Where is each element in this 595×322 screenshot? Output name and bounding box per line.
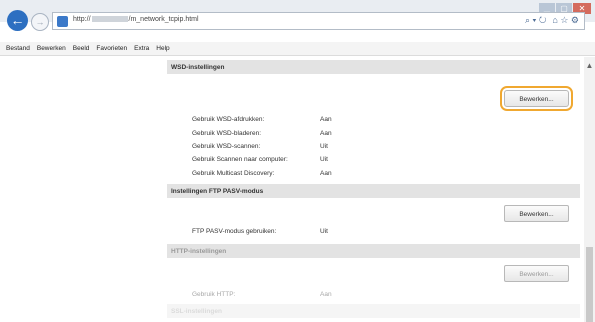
scrollbar-thumb[interactable]	[586, 247, 593, 322]
address-bar-icons: ⌕ ▾ ↻ ⌂ ☆ ⚙	[525, 15, 579, 26]
navigation-bar: ← → http:// /m_network_tcpip.html ⌕ ▾ ↻ ⌂…	[0, 8, 595, 34]
back-arrow-icon: ←	[10, 12, 25, 28]
wsd-section: WSD-instellingen Bewerken... Gebruik WSD…	[167, 60, 580, 184]
ftp-row-pasv: FTP PASV-modus gebruiken: Uit	[192, 228, 328, 235]
search-refresh-icons[interactable]: ⌕ ▾ ↻	[525, 15, 546, 26]
wsd-row-scan-to-computer: Gebruik Scannen naar computer: Uit	[192, 156, 328, 163]
menu-item-view[interactable]: Beeld	[73, 42, 94, 55]
wsd-edit-button[interactable]: Bewerken...	[500, 86, 573, 111]
row-label: FTP PASV-modus gebruiken:	[192, 228, 277, 235]
vertical-scrollbar[interactable]: ▲	[584, 57, 595, 322]
back-button[interactable]: ←	[7, 10, 28, 31]
redacted-host	[91, 16, 128, 23]
forward-button[interactable]: →	[31, 13, 49, 31]
http-edit-button[interactable]: Bewerken...	[504, 265, 569, 282]
row-value: Uit	[320, 156, 328, 163]
page-favicon-icon	[57, 16, 68, 27]
wsd-row-scan: Gebruik WSD-scannen: Uit	[192, 143, 328, 150]
ssl-section-title: SSL-instellingen	[167, 304, 580, 318]
page-content: WSD-instellingen Bewerken... Gebruik WSD…	[0, 57, 595, 322]
wsd-section-title: WSD-instellingen	[167, 60, 580, 74]
ftp-section-title: Instellingen FTP PASV-modus	[167, 184, 580, 198]
settings-panel: WSD-instellingen Bewerken... Gebruik WSD…	[167, 60, 580, 318]
http-section: HTTP-instellingen Bewerken... Gebruik HT…	[167, 244, 580, 304]
scroll-up-icon[interactable]: ▲	[584, 61, 595, 70]
row-label: Gebruik WSD-bladeren:	[192, 130, 261, 137]
url-suffix: /m_network_tcpip.html	[128, 16, 199, 23]
wsd-row-print: Gebruik WSD-afdrukken: Aan	[192, 116, 332, 123]
row-value: Uit	[320, 143, 328, 150]
ftp-edit-button[interactable]: Bewerken...	[504, 205, 569, 222]
address-bar[interactable]: http:// /m_network_tcpip.html ⌕ ▾ ↻ ⌂ ☆ ⚙	[52, 12, 585, 30]
url-prefix: http://	[73, 16, 91, 23]
menu-item-edit[interactable]: Bewerken	[37, 42, 70, 55]
row-label: Gebruik HTTP:	[192, 291, 236, 298]
row-label: Gebruik Multicast Discovery:	[192, 170, 275, 177]
row-value: Aan	[320, 116, 332, 123]
http-row-use: Gebruik HTTP: Aan	[192, 291, 332, 298]
row-value: Uit	[320, 228, 328, 235]
row-label: Gebruik WSD-scannen:	[192, 143, 261, 150]
row-value: Aan	[320, 291, 332, 298]
menu-item-file[interactable]: Bestand	[6, 42, 34, 55]
ssl-section: SSL-instellingen	[167, 304, 580, 318]
row-value: Aan	[320, 170, 332, 177]
row-label: Gebruik Scannen naar computer:	[192, 156, 288, 163]
wsd-row-multicast: Gebruik Multicast Discovery: Aan	[192, 170, 332, 177]
menu-item-help[interactable]: Help	[156, 42, 173, 55]
menu-item-favorites[interactable]: Favorieten	[96, 42, 131, 55]
forward-arrow-icon: →	[35, 17, 45, 27]
menu-item-tools[interactable]: Extra	[134, 42, 153, 55]
http-section-title: HTTP-instellingen	[167, 244, 580, 258]
row-label: Gebruik WSD-afdrukken:	[192, 116, 265, 123]
address-url[interactable]: http:// /m_network_tcpip.html	[73, 16, 199, 23]
home-favorites-tools-icons[interactable]: ⌂ ☆ ⚙	[552, 15, 579, 26]
menu-bar: Bestand Bewerken Beeld Favorieten Extra …	[0, 42, 595, 56]
row-value: Aan	[320, 130, 332, 137]
ftp-section: Instellingen FTP PASV-modus Bewerken... …	[167, 184, 580, 244]
wsd-row-browse: Gebruik WSD-bladeren: Aan	[192, 130, 332, 137]
